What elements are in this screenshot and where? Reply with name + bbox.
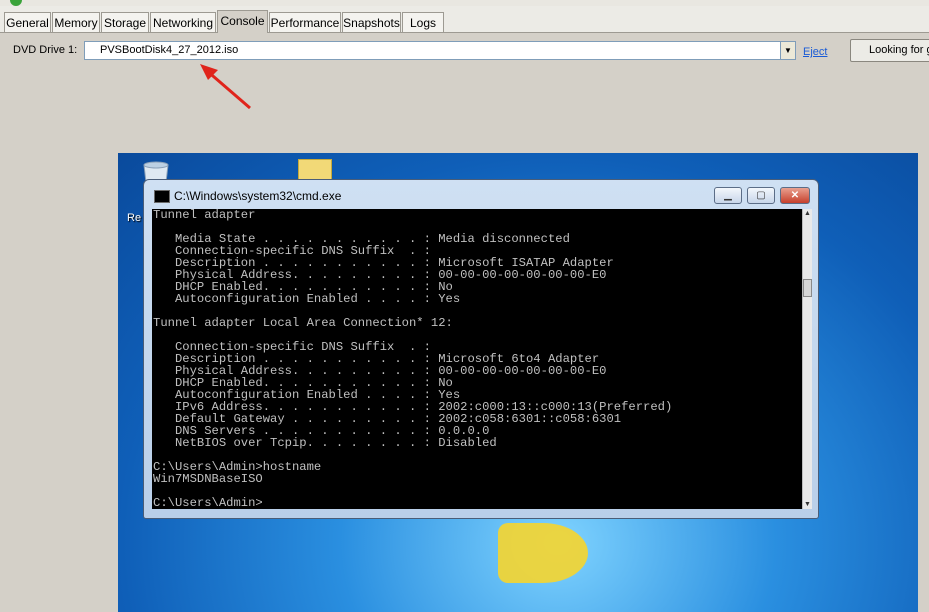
tab-snapshots[interactable]: Snapshots bbox=[342, 12, 401, 32]
cmd-icon bbox=[154, 190, 170, 203]
scroll-down-icon[interactable]: ▼ bbox=[803, 501, 812, 508]
tab-general[interactable]: General bbox=[4, 12, 51, 32]
console-output[interactable]: Tunnel adapter : Media State . . . . . .… bbox=[152, 209, 802, 509]
dvd-drive-value: PVSBootDisk4_27_2012.iso bbox=[100, 44, 239, 56]
windows-logo-icon bbox=[498, 523, 588, 583]
close-button[interactable]: ✕ bbox=[780, 187, 810, 204]
cmd-window-title: C:\Windows\system32\cmd.exe bbox=[174, 189, 342, 203]
tab-logs[interactable]: Logs bbox=[402, 12, 444, 32]
tab-performance[interactable]: Performance bbox=[269, 12, 341, 32]
console-scrollbar[interactable]: ▲ ▼ bbox=[802, 209, 812, 509]
tab-console[interactable]: Console bbox=[217, 10, 268, 33]
tab-networking[interactable]: Networking bbox=[150, 12, 216, 32]
desktop-label-recycle: Re bbox=[127, 212, 142, 224]
console-text: Tunnel adapter : Media State . . . . . .… bbox=[153, 209, 673, 509]
tab-bar: General Memory Storage Networking Consol… bbox=[0, 6, 929, 33]
dvd-drive-label: DVD Drive 1: bbox=[13, 44, 78, 56]
redacted-block bbox=[272, 210, 442, 220]
looking-for-button[interactable]: Looking for g bbox=[850, 39, 929, 62]
scroll-thumb[interactable] bbox=[803, 279, 812, 297]
tab-memory[interactable]: Memory bbox=[52, 12, 100, 32]
tab-storage[interactable]: Storage bbox=[101, 12, 149, 32]
annotation-arrow-icon bbox=[200, 64, 251, 110]
cmd-window[interactable]: C:\Windows\system32\cmd.exe ▁ ▢ ✕ Tunnel… bbox=[143, 179, 819, 519]
scroll-up-icon[interactable]: ▲ bbox=[803, 210, 812, 217]
dvd-drive-select[interactable]: PVSBootDisk4_27_2012.iso ▼ bbox=[84, 41, 796, 60]
dropdown-arrow-icon[interactable]: ▼ bbox=[780, 42, 795, 59]
maximize-button[interactable]: ▢ bbox=[747, 187, 775, 204]
minimize-button[interactable]: ▁ bbox=[714, 187, 742, 204]
eject-link[interactable]: Eject bbox=[803, 46, 827, 58]
